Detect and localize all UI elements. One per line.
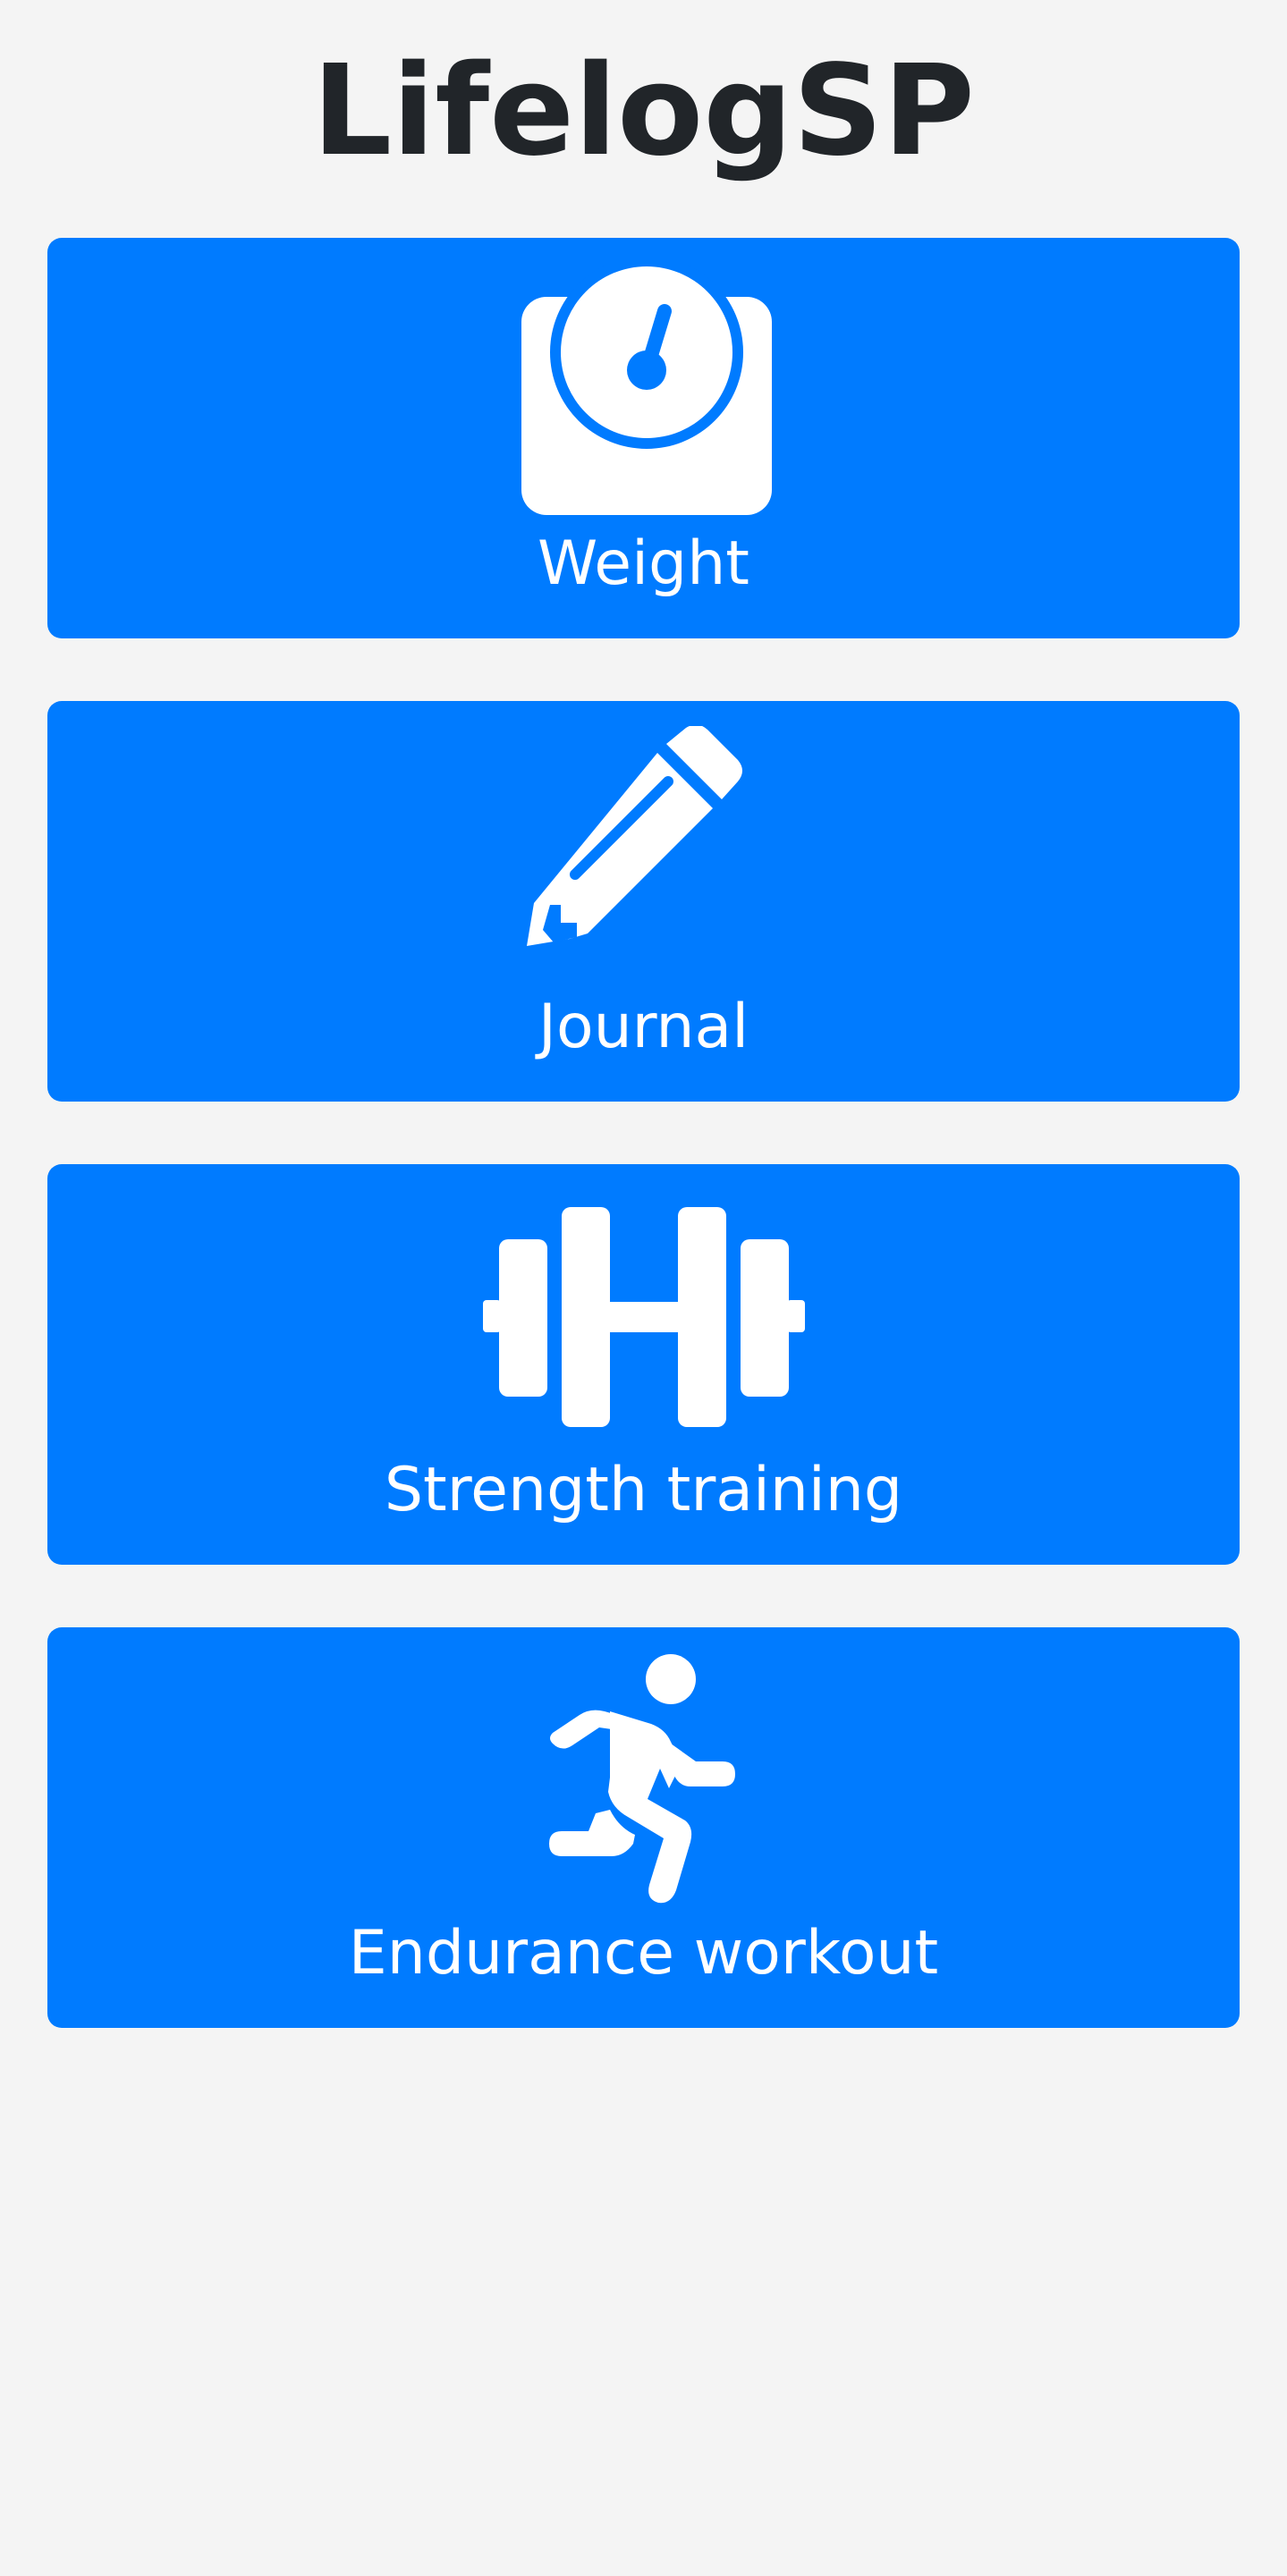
strength-training-button[interactable]: Strength training	[47, 1164, 1240, 1565]
endurance-workout-label: Endurance workout	[348, 1918, 939, 1989]
endurance-workout-button[interactable]: Endurance workout	[47, 1627, 1240, 2028]
weight-button[interactable]: Weight	[47, 238, 1240, 638]
app-title: LifelogSP	[312, 38, 975, 184]
strength-training-label: Strength training	[384, 1455, 903, 1525]
weight-label: Weight	[538, 528, 749, 599]
pencil-icon	[526, 726, 742, 946]
journal-button[interactable]: Journal	[47, 701, 1240, 1102]
running-person-icon	[548, 1654, 735, 1904]
journal-label: Journal	[538, 992, 749, 1062]
scale-icon	[521, 265, 772, 515]
dumbbell-icon	[482, 1207, 805, 1427]
